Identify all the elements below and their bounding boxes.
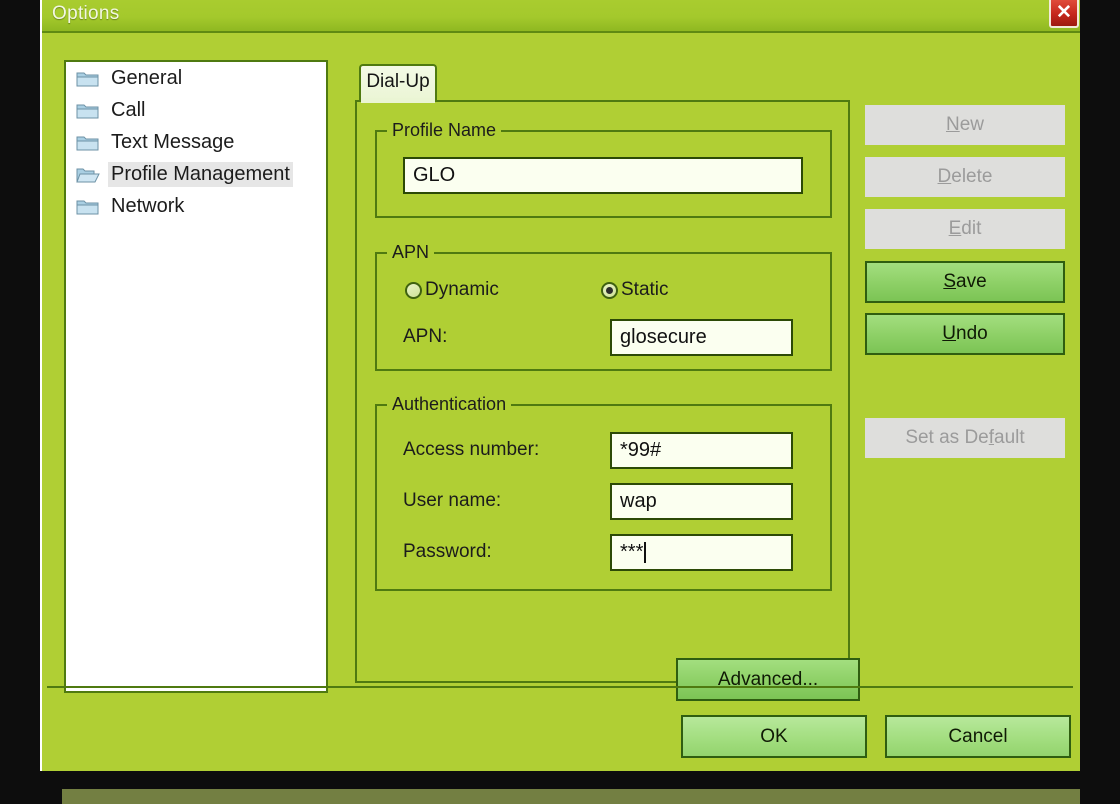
edit-button[interactable]: Edit [865, 209, 1065, 249]
access-number-value: *99# [620, 439, 662, 461]
group-title: Authentication [387, 394, 512, 415]
window-bottom-strip [62, 789, 1080, 804]
undo-button[interactable]: Undo [865, 313, 1065, 355]
tab-dial-up[interactable]: Dial-Up [359, 64, 437, 102]
advanced-button[interactable]: Advanced... [676, 658, 860, 701]
window-titlebar: Options ✕ [42, 0, 1080, 33]
password-input[interactable]: *** [610, 534, 793, 571]
set-as-default-button-label: Set as Default [905, 427, 1025, 448]
apn-input[interactable]: glosecure [610, 319, 793, 356]
edit-button-label: Edit [948, 218, 982, 239]
save-button[interactable]: Save [865, 261, 1065, 303]
password-label: Password: [403, 541, 492, 562]
radio-static[interactable]: Static [601, 279, 669, 301]
new-button[interactable]: New [865, 105, 1065, 145]
folder-closed-icon [76, 133, 100, 152]
folder-closed-icon [76, 197, 100, 216]
user-name-input[interactable]: wap [610, 483, 793, 520]
ok-button[interactable]: OK [681, 715, 867, 758]
apn-group: APN Dynamic Static APN: glosecure [375, 242, 832, 371]
dial-up-panel: Profile Name GLO APN Dynamic Static APN: [355, 100, 860, 701]
apn-label: APN: [403, 326, 448, 347]
password-value: *** [620, 541, 644, 563]
sidebar-item-label: Network [111, 194, 185, 217]
window-title: Options [52, 3, 120, 24]
sidebar-item-profile-management[interactable]: Profile Management [66, 158, 326, 190]
apn-value: glosecure [620, 326, 707, 348]
profile-name-group: Profile Name GLO [375, 120, 832, 218]
footer-separator [47, 686, 1073, 688]
sidebar-item-label: General [111, 66, 183, 89]
sidebar-item-text-message[interactable]: Text Message [66, 126, 326, 158]
radio-dynamic[interactable]: Dynamic [405, 279, 499, 301]
user-name-label: User name: [403, 490, 502, 511]
sidebar-item-label: Profile Management [108, 161, 293, 187]
text-caret [644, 542, 647, 563]
user-name-value: wap [620, 490, 657, 512]
close-icon[interactable]: ✕ [1049, 0, 1079, 28]
options-window: Options ✕ General Call Text Message Prof… [40, 0, 1080, 804]
sidebar-item-label: Call [111, 98, 146, 121]
radio-label: Static [621, 279, 669, 300]
tab-label: Dial-Up [366, 71, 430, 92]
category-tree[interactable]: General Call Text Message Profile Manage… [64, 60, 328, 693]
close-glyph: ✕ [1056, 2, 1072, 23]
undo-button-label: Undo [942, 323, 988, 344]
sidebar-item-label: Text Message [111, 130, 235, 153]
profile-name-value: GLO [413, 164, 456, 186]
folder-open-icon [76, 165, 100, 184]
new-button-label: New [945, 114, 985, 135]
dialog-client-area: General Call Text Message Profile Manage… [42, 33, 1080, 804]
sidebar-item-general[interactable]: General [66, 62, 326, 94]
tab-panel-seam [361, 98, 435, 103]
cancel-button[interactable]: Cancel [885, 715, 1071, 758]
folder-closed-icon [76, 101, 100, 120]
group-title: APN [387, 242, 435, 263]
authentication-group: Authentication Access number: *99# User … [375, 394, 832, 591]
profile-name-input[interactable]: GLO [403, 157, 803, 194]
set-as-default-button[interactable]: Set as Default [865, 418, 1065, 458]
group-title: Profile Name [387, 120, 502, 141]
access-number-label: Access number: [403, 439, 540, 460]
radio-indicator-icon [601, 281, 618, 299]
sidebar-item-network[interactable]: Network [66, 190, 326, 222]
radio-label: Dynamic [425, 279, 499, 300]
radio-indicator-icon [405, 281, 422, 299]
delete-button-label: Delete [937, 166, 993, 187]
cancel-button-label: Cancel [948, 725, 1008, 747]
sidebar-item-call[interactable]: Call [66, 94, 326, 126]
ok-button-label: OK [760, 725, 788, 747]
folder-closed-icon [76, 69, 100, 88]
save-button-label: Save [943, 271, 987, 292]
access-number-input[interactable]: *99# [610, 432, 793, 469]
delete-button[interactable]: Delete [865, 157, 1065, 197]
